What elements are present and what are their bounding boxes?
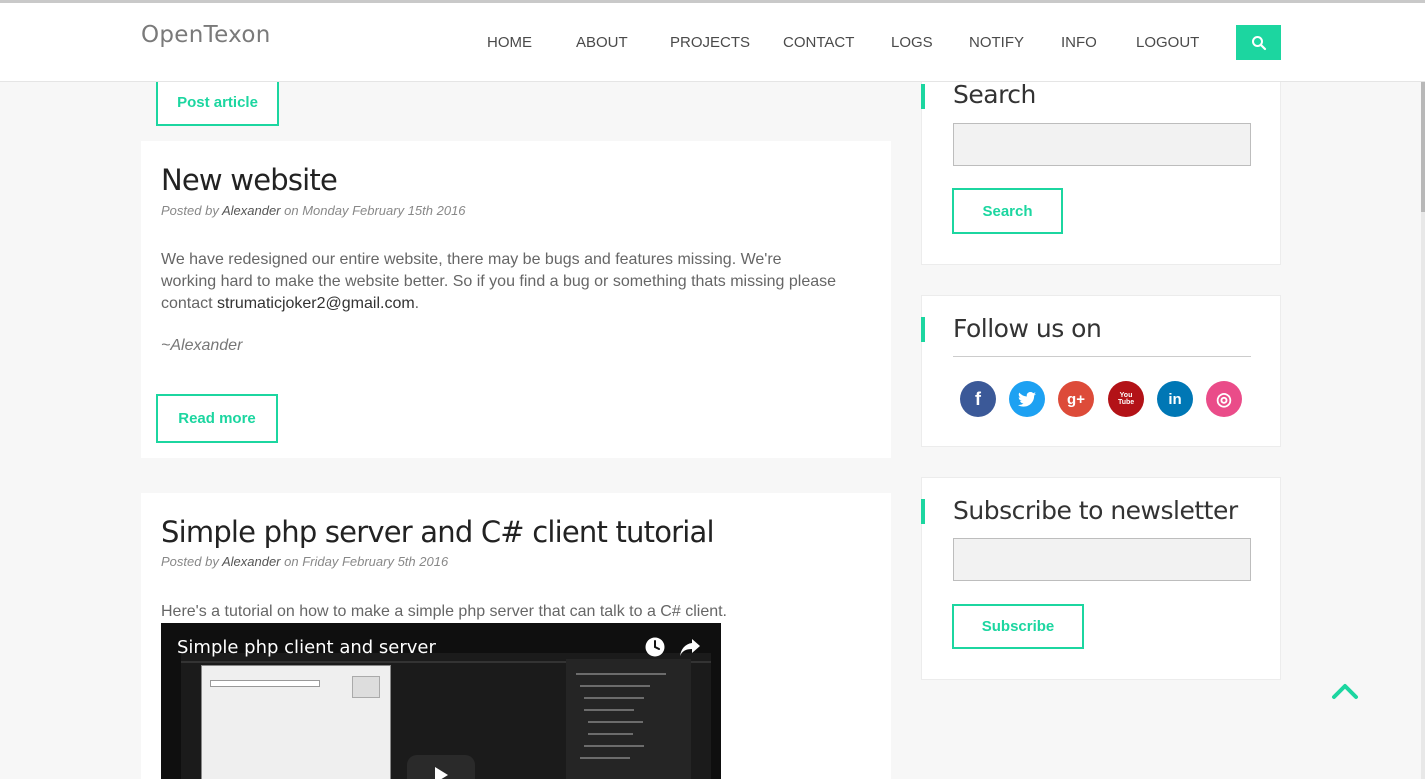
post-body: We have redesigned our entire website, t… [161,249,841,315]
thumbnail-solution-panel [566,659,691,779]
post-author[interactable]: Alexander [222,554,281,569]
post-date: on Friday February 5th 2016 [284,554,449,569]
scrollbar-thumb[interactable] [1421,82,1425,212]
thumbnail-line [584,709,634,711]
embedded-video[interactable]: Simple php client and server [161,623,721,779]
widget-title: Subscribe to newsletter [953,496,1238,525]
meta-prefix: Posted by [161,554,219,569]
share-icon[interactable] [679,637,701,657]
read-more-button[interactable]: Read more [156,394,278,443]
post-meta: Posted by Alexander on Friday February 5… [161,554,448,569]
sidebar-search-input[interactable] [953,123,1251,166]
post-title[interactable]: Simple php server and C# client tutorial [161,515,715,549]
follow-widget: Follow us on f g+ You Tube in ◎ [921,295,1281,447]
google-plus-icon[interactable]: g+ [1058,381,1094,417]
post-card: New website Posted by Alexander on Monda… [141,141,891,458]
post-body-end: . [414,295,420,312]
nav-home[interactable]: HOME [487,34,532,51]
nav-logs[interactable]: LOGS [891,34,933,51]
newsletter-widget: Subscribe to newsletter Subscribe [921,477,1281,680]
thumbnail-form-window [201,665,391,779]
thumbnail-line [584,745,644,747]
nav-projects[interactable]: PROJECTS [670,34,750,51]
thumbnail-line [588,721,643,723]
google-plus-glyph: g+ [1067,390,1085,408]
thumbnail-line [584,697,644,699]
contact-email-link[interactable]: strumaticjoker2@gmail.com [217,295,415,312]
thumbnail-line [576,673,666,675]
thumbnail-line [580,757,630,759]
youtube-icon[interactable]: You Tube [1108,381,1144,417]
nav-notify[interactable]: NOTIFY [969,34,1024,51]
widget-accent-bar [921,499,925,524]
dribbble-glyph: ◎ [1216,388,1232,409]
youtube-glyph: You Tube [1118,392,1135,406]
linkedin-icon[interactable]: in [1157,381,1193,417]
header-search-button[interactable] [1236,25,1281,60]
nav-about[interactable]: ABOUT [576,34,628,51]
post-article-button[interactable]: Post article [156,78,279,126]
nav-info[interactable]: INFO [1061,34,1097,51]
twitter-icon[interactable] [1009,381,1045,417]
watch-later-icon[interactable] [644,636,666,658]
widget-accent-bar [921,317,925,342]
meta-prefix: Posted by [161,203,219,218]
thumbnail-line [580,685,650,687]
post-date: on Monday February 15th 2016 [284,203,466,218]
video-title[interactable]: Simple php client and server [177,637,436,658]
subscribe-button[interactable]: Subscribe [952,604,1084,649]
facebook-icon[interactable]: f [960,381,996,417]
search-widget: Search Search [921,70,1281,265]
play-button[interactable] [407,755,475,779]
sidebar-search-button[interactable]: Search [952,188,1063,234]
widget-accent-bar [921,84,925,109]
dribbble-icon[interactable]: ◎ [1206,381,1242,417]
post-meta: Posted by Alexander on Monday February 1… [161,203,466,218]
facebook-glyph: f [975,388,981,409]
linkedin-glyph: in [1168,390,1182,408]
post-body-text: Here's a tutorial on how to make a simpl… [161,603,727,620]
post-title[interactable]: New website [161,163,338,197]
nav-contact[interactable]: CONTACT [783,34,854,51]
play-icon [435,767,448,779]
search-icon [1251,35,1266,50]
thumbnail-textbox [210,680,320,687]
thumbnail-line [588,733,633,735]
site-header: OpenTexon HOME ABOUT PROJECTS CONTACT LO… [0,3,1425,82]
widget-divider [953,356,1251,357]
widget-title: Follow us on [953,314,1102,343]
post-signature: ~Alexander [161,337,243,354]
post-author[interactable]: Alexander [222,203,281,218]
widget-title: Search [953,80,1036,109]
newsletter-email-input[interactable] [953,538,1251,581]
twitter-bird-icon [1018,391,1036,407]
thumbnail-buttons [352,676,380,698]
nav-logout[interactable]: LOGOUT [1136,34,1199,51]
brand-logo[interactable]: OpenTexon [141,22,271,48]
back-to-top-icon[interactable] [1331,681,1359,701]
